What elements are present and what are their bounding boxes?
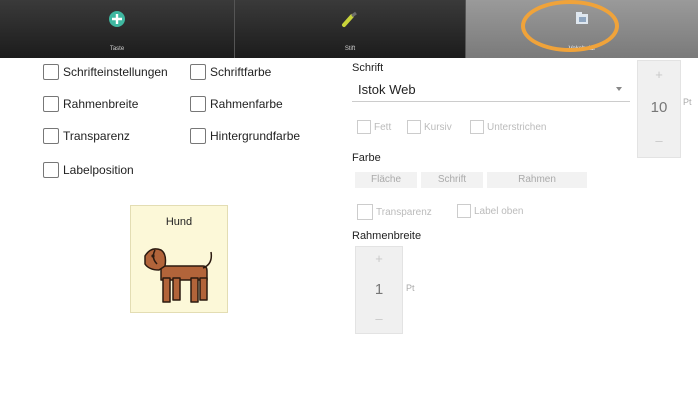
checkbox-label: Schriftfarbe bbox=[210, 65, 272, 79]
color-flaeche-button[interactable]: Fläche bbox=[355, 172, 417, 188]
decrement-button[interactable]: – bbox=[356, 311, 402, 326]
toggle-label: Kursiv bbox=[424, 121, 452, 133]
add-circle-icon bbox=[108, 10, 126, 33]
checkbox-label: Labelposition bbox=[63, 163, 134, 177]
border-width-value: 1 bbox=[374, 281, 384, 298]
farbe-heading: Farbe bbox=[352, 152, 381, 164]
dog-icon bbox=[144, 248, 213, 303]
toggle-transparenz[interactable]: Transparenz bbox=[357, 204, 432, 220]
toggle-label-oben[interactable]: Label oben bbox=[457, 204, 524, 218]
toggle-fett[interactable]: Fett bbox=[357, 120, 391, 134]
checkbox-label: Transparenz bbox=[63, 129, 130, 143]
schrift-heading: Schrift bbox=[352, 62, 384, 74]
checkbox-rahmenfarbe[interactable]: Rahmenfarbe bbox=[190, 96, 283, 112]
border-width-unit: Pt bbox=[406, 283, 415, 293]
toggle-kursiv[interactable]: Kursiv bbox=[407, 120, 452, 134]
color-schrift-button[interactable]: Schrift bbox=[421, 172, 483, 188]
font-select-value: Istok Web bbox=[358, 82, 416, 97]
checkbox-label: Schrifteinstellungen bbox=[63, 65, 168, 79]
toggle-unterstrichen[interactable]: Unterstrichen bbox=[470, 120, 546, 134]
tab-label: Stift bbox=[344, 46, 356, 52]
toggle-label: Fett bbox=[374, 121, 392, 133]
decrement-button[interactable]: – bbox=[638, 133, 680, 148]
checkbox-transparenz[interactable]: Transparenz bbox=[43, 128, 130, 144]
tab-label: Taste bbox=[109, 46, 125, 52]
font-size-stepper[interactable]: + 10 – bbox=[637, 60, 681, 158]
rahmenbreite-heading: Rahmenbreite bbox=[352, 230, 422, 242]
tab-taste[interactable]: Taste bbox=[0, 0, 235, 58]
checkbox-label: Hintergrundfarbe bbox=[210, 129, 301, 143]
tab-stift[interactable]: Stift bbox=[235, 0, 466, 58]
color-rahmen-button[interactable]: Rahmen bbox=[487, 172, 587, 188]
checkbox-label: Rahmenbreite bbox=[63, 97, 139, 111]
brush-icon bbox=[341, 10, 359, 33]
toggle-label: Label oben bbox=[474, 205, 524, 217]
font-size-value: 10 bbox=[650, 99, 668, 116]
checkbox-rahmenbreite[interactable]: Rahmenbreite bbox=[43, 96, 138, 112]
increment-button[interactable]: + bbox=[356, 251, 402, 266]
chevron-down-icon bbox=[616, 87, 622, 91]
font-size-unit: Pt bbox=[683, 97, 692, 107]
font-select[interactable]: Istok Web bbox=[352, 79, 630, 102]
checkbox-schrifteinstellungen[interactable]: Schrifteinstellungen bbox=[43, 64, 168, 80]
checkbox-hintergrundfarbe[interactable]: Hintergrundfarbe bbox=[190, 128, 300, 144]
toggle-label: Unterstrichen bbox=[487, 121, 547, 133]
symbol-card[interactable]: Hund bbox=[130, 205, 228, 313]
increment-button[interactable]: + bbox=[638, 67, 680, 82]
checkbox-schriftfarbe[interactable]: Schriftfarbe bbox=[190, 64, 271, 80]
checkbox-label: Rahmenfarbe bbox=[210, 97, 283, 111]
card-label: Hund bbox=[165, 216, 193, 228]
border-width-stepper[interactable]: + 1 – bbox=[355, 246, 403, 334]
toggle-label: Transparenz bbox=[376, 206, 432, 218]
highlight-ring bbox=[521, 0, 619, 52]
checkbox-labelposition[interactable]: Labelposition bbox=[43, 162, 134, 178]
